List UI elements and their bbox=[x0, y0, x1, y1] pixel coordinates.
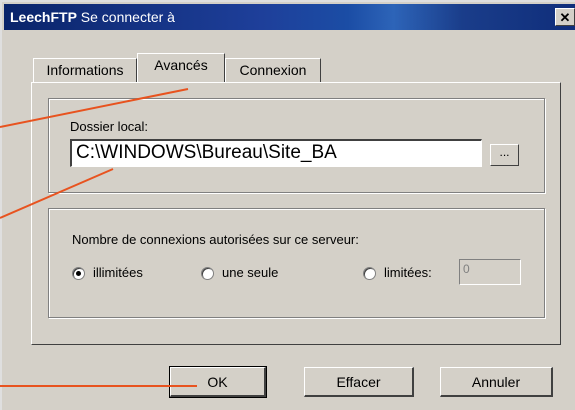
close-button[interactable]: ✕ bbox=[555, 8, 575, 26]
tab-label: Informations bbox=[46, 62, 124, 78]
ok-label: OK bbox=[207, 374, 228, 390]
browse-label: ... bbox=[499, 145, 510, 159]
tab-panel-avances: Dossier local: C:\WINDOWS\Bureau\Site_BA… bbox=[31, 82, 561, 345]
connections-label: Nombre de connexions autorisées sur ce s… bbox=[72, 232, 359, 247]
radio-limited[interactable] bbox=[363, 267, 376, 280]
limit-input[interactable]: 0 bbox=[459, 259, 521, 285]
local-folder-group: Dossier local: C:\WINDOWS\Bureau\Site_BA… bbox=[48, 98, 545, 193]
connections-group: Nombre de connexions autorisées sur ce s… bbox=[48, 208, 545, 318]
radio-limited-label[interactable]: limitées: bbox=[384, 265, 432, 280]
tab-label: Connexion bbox=[239, 62, 307, 78]
cancel-label: Annuler bbox=[471, 374, 521, 390]
title-bar[interactable]: LeechFTP Se connecter à ✕ bbox=[4, 4, 575, 30]
browse-button[interactable]: ... bbox=[490, 144, 519, 166]
tab-avances[interactable]: Avancés bbox=[137, 53, 225, 82]
local-folder-label: Dossier local: bbox=[70, 119, 149, 134]
radio-unlimited-label[interactable]: illimitées bbox=[93, 265, 143, 280]
local-folder-input[interactable]: C:\WINDOWS\Bureau\Site_BA bbox=[70, 139, 482, 167]
tab-label: Avancés bbox=[154, 57, 208, 73]
clear-label: Effacer bbox=[336, 374, 381, 390]
radio-single[interactable] bbox=[201, 267, 214, 280]
tab-informations[interactable]: Informations bbox=[33, 58, 137, 82]
radio-unlimited[interactable] bbox=[72, 267, 85, 280]
title-text: Se connecter à bbox=[80, 9, 175, 25]
connect-dialog: LeechFTP Se connecter à ✕ Informations A… bbox=[0, 0, 575, 410]
clear-button[interactable]: Effacer bbox=[304, 367, 414, 397]
cancel-button[interactable]: Annuler bbox=[440, 367, 553, 397]
close-icon: ✕ bbox=[559, 10, 571, 25]
title-app-name: LeechFTP bbox=[10, 9, 77, 25]
ok-button[interactable]: OK bbox=[169, 366, 267, 398]
tab-connexion[interactable]: Connexion bbox=[225, 58, 321, 82]
radio-single-label[interactable]: une seule bbox=[222, 265, 278, 280]
